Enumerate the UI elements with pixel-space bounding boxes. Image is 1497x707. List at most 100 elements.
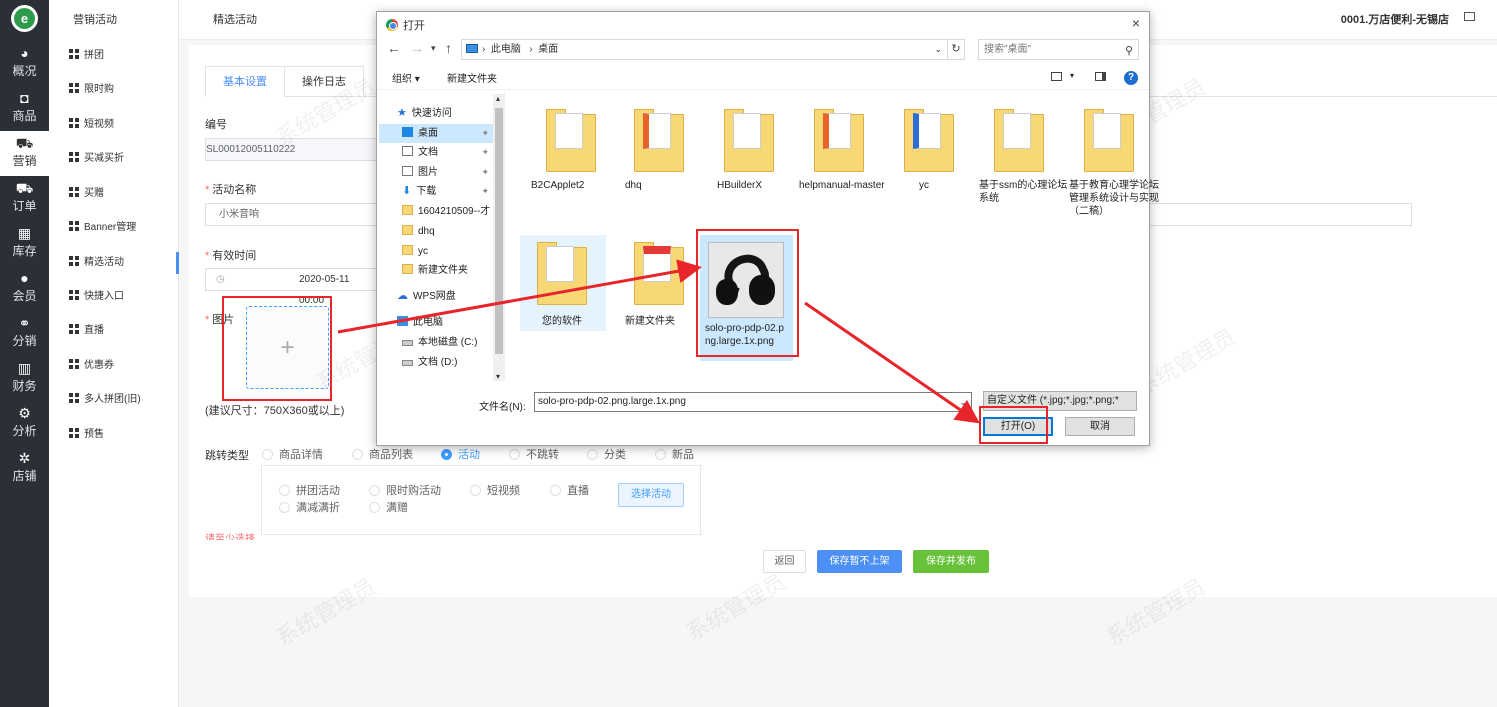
radio-category[interactable]: 分类 [587, 446, 626, 462]
radio-goods-list[interactable]: 商品列表 [352, 446, 413, 462]
file-item[interactable]: B2CApplet2 [527, 102, 617, 222]
rail-item-overview[interactable]: ◕ 概况 [0, 41, 49, 86]
save-publish-button[interactable]: 保存并发布 [913, 550, 989, 573]
file-item-selected-image[interactable]: solo-pro-pdp-02.png.large.1x.png [700, 235, 793, 361]
radio-group-activity[interactable]: 拼团活动 [279, 482, 340, 498]
tree-this-pc[interactable]: 此电脑 [397, 313, 507, 332]
back-arrow-icon[interactable]: ← [387, 40, 401, 56]
path-segment[interactable]: 桌面 [538, 44, 558, 55]
search-input[interactable]: 搜索"桌面" ⚲ [978, 39, 1139, 60]
organize-button[interactable]: 组织 ▾ [392, 70, 420, 85]
rail-item-goods[interactable]: ◘ 商品 [0, 86, 49, 131]
file-name: helpmanual-master [799, 180, 885, 191]
file-item[interactable]: HBuilderX [705, 102, 795, 222]
radio-full-gift[interactable]: 满赠 [369, 499, 408, 515]
refresh-icon[interactable]: ↻ [948, 39, 965, 60]
mail-icon[interactable] [1464, 12, 1475, 21]
radio-flash-activity[interactable]: 限时购活动 [369, 482, 441, 498]
image-upload[interactable]: + [246, 306, 329, 389]
menu-label: 优惠券 [84, 360, 114, 371]
menu-item-group-buy[interactable]: 拼团 [69, 45, 179, 67]
rail-item-orders[interactable]: ⛟ 订单 [0, 176, 49, 221]
scroll-thumb[interactable] [495, 108, 503, 354]
radio-full-discount[interactable]: 满减满折 [279, 499, 340, 515]
path-segment[interactable]: 此电脑 [491, 44, 521, 55]
tree-desktop[interactable]: 桌面 ✦ [379, 124, 493, 143]
up-arrow-icon[interactable]: ↑ [445, 40, 452, 56]
radio-activity[interactable]: 活动 [441, 446, 480, 462]
forward-arrow-icon[interactable]: → [410, 40, 424, 56]
file-item[interactable]: yc [885, 102, 975, 222]
rail-item-members[interactable]: ● 会员 [0, 266, 49, 311]
radio-goods-detail[interactable]: 商品详情 [262, 446, 323, 462]
preview-pane-icon[interactable] [1095, 72, 1106, 81]
rail-item-shop[interactable]: ✲ 店铺 [0, 446, 49, 491]
chevron-down-icon[interactable]: ▾ [496, 372, 500, 381]
close-icon[interactable]: × [1132, 15, 1140, 31]
activity-name-input[interactable]: 小米音响 [205, 203, 377, 226]
menu-item-presale[interactable]: 预售 [69, 424, 179, 446]
radio-live[interactable]: 直播 [550, 482, 589, 498]
menu-item-multi-group[interactable]: 多人拼团(旧) [69, 389, 179, 411]
tree-wps-cloud[interactable]: ☁ WPS网盘 [397, 287, 507, 306]
file-item[interactable]: 您的软件 [520, 235, 606, 331]
rail-item-distribution[interactable]: ⚭ 分销 [0, 311, 49, 356]
radio-no-jump[interactable]: 不跳转 [509, 446, 559, 462]
rail-item-finance[interactable]: ▥ 财务 [0, 356, 49, 401]
chevron-up-icon[interactable]: ▴ [496, 94, 500, 103]
tree-drive-c[interactable]: 本地磁盘 (C:) [402, 333, 493, 352]
file-item[interactable]: 基于教育心理学论坛管理系统设计与实现（二稿） [1065, 102, 1159, 242]
select-activity-button[interactable]: 选择活动 [618, 483, 684, 507]
menu-item-gift[interactable]: 买赠 [69, 183, 179, 205]
menu-item-banner[interactable]: Banner管理 [69, 217, 179, 239]
chevron-down-icon[interactable]: ⌄ [959, 393, 967, 411]
view-chevron-icon[interactable]: ▾ [1070, 71, 1074, 80]
menu-item-quick-entry[interactable]: 快捷入口 [69, 286, 179, 308]
tab-operation-log[interactable]: 操作日志 [284, 66, 364, 97]
tree-downloads[interactable]: ⬇ 下载 ✦ [402, 182, 493, 201]
view-mode-icon[interactable] [1051, 72, 1062, 81]
tree-drive-d[interactable]: 文档 (D:) [402, 353, 493, 372]
file-item[interactable]: dhq [615, 102, 705, 222]
valid-time-picker[interactable]: ◷ 2020-05-11 00:00 [205, 268, 377, 306]
tree-folder-new[interactable]: 新建文件夹 [402, 261, 493, 280]
menu-item-short-video[interactable]: 短视频 [69, 114, 179, 136]
tree-documents[interactable]: 文档 ✦ [402, 143, 493, 162]
menu-item-featured[interactable]: 精选活动 [69, 252, 179, 274]
computer-icon [397, 316, 408, 326]
radio-short-video[interactable]: 短视频 [470, 482, 520, 498]
menu-item-live[interactable]: 直播 [69, 320, 179, 342]
tree-folder-1604[interactable]: 1604210509--才 [402, 202, 493, 221]
menu-item-coupon[interactable]: 优惠券 [69, 355, 179, 377]
back-button[interactable]: 返回 [763, 550, 806, 573]
help-icon[interactable]: ? [1124, 71, 1138, 85]
new-folder-button[interactable]: 新建文件夹 [447, 70, 497, 85]
radio-new[interactable]: 新品 [655, 446, 694, 462]
menu-item-discount[interactable]: 买减买折 [69, 148, 179, 170]
tree-folder-dhq[interactable]: dhq [402, 222, 493, 241]
tree-pictures[interactable]: 图片 ✦ [402, 163, 493, 182]
file-item[interactable]: helpmanual-master [795, 102, 885, 222]
radio-label: 拼团活动 [296, 485, 340, 497]
tree-scrollbar[interactable]: ▴ ▾ [493, 94, 505, 381]
history-chevron-icon[interactable]: ▾ [431, 43, 436, 54]
store-name[interactable]: 0001.万店便利-无锡店 [1341, 11, 1449, 27]
rail-item-analysis[interactable]: ⚙ 分析 [0, 401, 49, 446]
tree-folder-yc[interactable]: yc [402, 242, 493, 261]
open-button[interactable]: 打开(O) [983, 417, 1053, 436]
activity-name-value: 小米音响 [219, 209, 259, 220]
menu-item-flash-sale[interactable]: 限时购 [69, 79, 179, 101]
rail-item-marketing[interactable]: ⛟ 营销 [0, 131, 49, 176]
tree-quick-access[interactable]: ★ 快速访问 [397, 104, 507, 123]
cancel-button[interactable]: 取消 [1065, 417, 1135, 436]
activity-name-input-tail[interactable] [1149, 203, 1412, 226]
rail-item-stock[interactable]: ▦ 库存 [0, 221, 49, 266]
file-item[interactable]: 新建文件夹 [615, 235, 705, 355]
file-item[interactable]: 基于ssm的心理论坛系统 [975, 102, 1067, 222]
chevron-down-icon[interactable]: ⌄ [934, 40, 942, 59]
file-type-select[interactable]: 自定义文件 (*.jpg;*.jpg;*.png;* [983, 391, 1137, 411]
tab-basic-settings[interactable]: 基本设置 [205, 66, 285, 97]
address-bar[interactable]: › 此电脑 › 桌面 ⌄ [461, 39, 948, 60]
filename-input[interactable]: solo-pro-pdp-02.png.large.1x.png ⌄ [534, 392, 972, 412]
save-draft-button[interactable]: 保存暂不上架 [817, 550, 902, 573]
